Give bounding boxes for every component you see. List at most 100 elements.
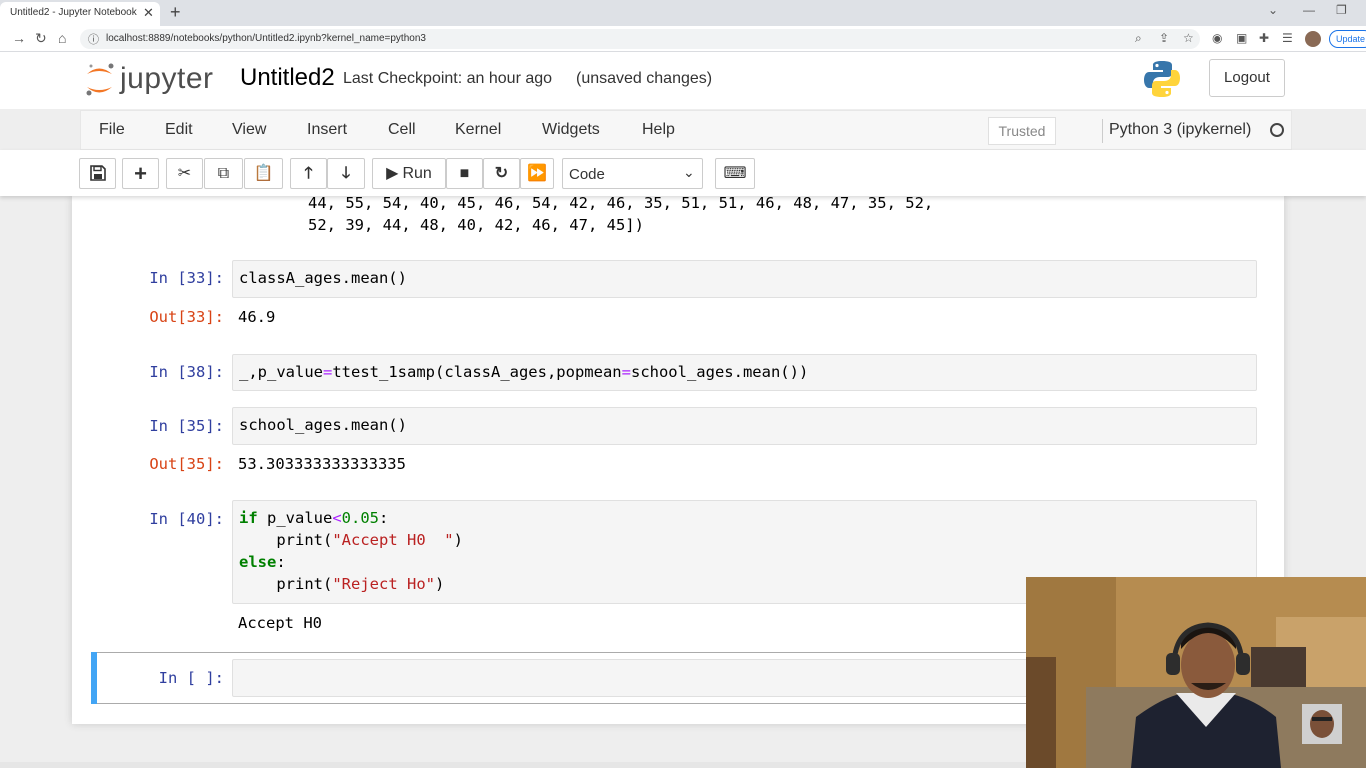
checkpoint-status: Last Checkpoint: an hour ago — [343, 70, 553, 87]
python-logo-icon — [1144, 61, 1180, 97]
cell-output: Accept H0 — [238, 614, 322, 632]
save-button[interactable] — [79, 158, 116, 189]
info-icon[interactable]: ⓘ — [88, 31, 99, 47]
restart-icon: ↻ — [494, 165, 509, 182]
cell-output-prompt: Out[35]: — [149, 455, 224, 473]
menu-widgets[interactable]: Widgets — [542, 121, 600, 139]
restore-icon[interactable]: ❐ — [1336, 3, 1347, 17]
menu-kernel[interactable]: Kernel — [455, 121, 501, 139]
code-line: print("Reject Ho") — [239, 575, 444, 593]
save-icon — [89, 165, 106, 181]
home-icon[interactable]: ⌂ — [58, 30, 66, 46]
jupyter-logo-icon — [86, 63, 114, 96]
previous-output-line: 52, 39, 44, 48, 40, 42, 46, 47, 45]) — [308, 216, 644, 234]
update-button[interactable]: Update — [1329, 30, 1366, 48]
cell-output: 53.303333333333335 — [238, 455, 406, 473]
notebook-toolbar: + ✂ ⧉ 📋 🡑 🡓 ▶ Run ■ ↻ ⏩ Code ⌄ ⌨ — [0, 150, 1366, 196]
menu-help[interactable]: Help — [642, 121, 675, 139]
url-bar[interactable]: ⓘ localhost:8889/notebooks/python/Untitl… — [80, 29, 1200, 49]
code-token: ttest_1samp(classA_ages,popmean — [332, 363, 622, 381]
minimize-icon[interactable]: — — [1303, 3, 1315, 17]
cell-input-prompt: In [ ]: — [158, 669, 224, 687]
code-line: print("Accept H0 ") — [239, 531, 463, 549]
menu-edit[interactable]: Edit — [165, 121, 193, 139]
address-bar: → ↻ ⌂ ⓘ localhost:8889/notebooks/python/… — [0, 26, 1366, 52]
menu-view[interactable]: View — [232, 121, 266, 139]
code-keyword: else — [239, 553, 277, 571]
jupyter-logo-text: jupyter — [120, 62, 214, 95]
menu-bar: File Edit View Insert Cell Kernel Widget… — [80, 110, 1292, 150]
webcam-overlay — [1026, 577, 1366, 768]
puzzle-icon[interactable]: ✚ — [1259, 31, 1269, 45]
cell-output-prompt: Out[33]: — [149, 308, 224, 326]
kernel-name: Python 3 (ipykernel) — [1109, 121, 1252, 138]
logout-button[interactable]: Logout — [1209, 59, 1285, 97]
keyboard-icon: ⌨ — [723, 165, 747, 182]
copy-button[interactable]: ⧉ — [204, 158, 243, 189]
jupyter-header: jupyter Untitled2 Last Checkpoint: an ho… — [0, 52, 1366, 109]
jupyter-logo[interactable]: jupyter — [84, 60, 224, 100]
extension-icon[interactable]: ◉ — [1212, 31, 1222, 45]
move-down-button[interactable]: 🡓 — [327, 158, 365, 189]
browser-tab-bar: Untitled2 - Jupyter Notebook ✕ + ⌄ — ❐ — [0, 0, 1366, 26]
paste-button[interactable]: 📋 — [244, 158, 283, 189]
code-line: else: — [239, 553, 286, 571]
code-token: : — [379, 509, 389, 527]
code-token: ) — [434, 575, 445, 593]
cut-button[interactable]: ✂ — [166, 158, 203, 189]
copy-icon: ⧉ — [217, 165, 230, 182]
code-operator: = — [323, 363, 333, 381]
chevron-down-icon: ⌄ — [683, 164, 695, 180]
restart-button[interactable]: ↻ — [483, 158, 520, 189]
code-cell-input[interactable]: school_ages.mean() — [232, 407, 1257, 445]
code-line: if p_value<0.05: — [239, 509, 388, 527]
menu-file[interactable]: File — [99, 121, 125, 139]
code-number: 0.05 — [341, 509, 379, 527]
move-up-button[interactable]: 🡑 — [290, 158, 327, 189]
notebook-name[interactable]: Untitled2 — [240, 64, 335, 92]
forward-icon[interactable]: → — [12, 30, 26, 46]
tab-close-icon[interactable]: ✕ — [143, 5, 154, 21]
zoom-icon[interactable]: ⌕ — [1135, 31, 1142, 46]
reload-icon[interactable]: ↻ — [35, 30, 47, 47]
code-line: school_ages.mean() — [239, 416, 407, 434]
code-token: p_value — [257, 509, 333, 527]
new-tab-icon[interactable]: + — [170, 2, 181, 23]
code-line: _,p_value=ttest_1samp(classA_ages,popmea… — [239, 363, 808, 381]
kernel-status-icon — [1270, 123, 1284, 137]
tab-title: Untitled2 - Jupyter Notebook — [10, 7, 137, 18]
share-icon[interactable]: ⇪ — [1159, 31, 1169, 45]
browser-tab[interactable]: Untitled2 - Jupyter Notebook ✕ — [0, 2, 160, 26]
play-icon: ▶ — [386, 165, 399, 182]
cell-type-select[interactable]: Code ⌄ — [562, 158, 703, 189]
cell-input-prompt: In [33]: — [149, 269, 224, 287]
reading-list-icon[interactable]: ☰ — [1282, 31, 1293, 45]
extension2-icon[interactable]: ▣ — [1236, 31, 1247, 45]
tab-search-icon[interactable]: ⌄ — [1268, 3, 1278, 17]
scissors-icon: ✂ — [177, 165, 192, 182]
profile-avatar[interactable] — [1305, 31, 1321, 47]
code-keyword: if — [239, 509, 258, 527]
kernel-divider — [1102, 119, 1103, 143]
presenter-video — [1026, 577, 1366, 768]
code-operator: = — [621, 363, 631, 381]
code-cell-input[interactable]: classA_ages.mean() — [232, 260, 1257, 298]
code-string: "Accept H0 " — [332, 531, 454, 549]
menu-cell[interactable]: Cell — [388, 121, 416, 139]
url-text: localhost:8889/notebooks/python/Untitled… — [106, 33, 426, 44]
code-cell-input[interactable]: _,p_value=ttest_1samp(classA_ages,popmea… — [232, 354, 1257, 391]
previous-output-line: 44, 55, 54, 40, 45, 46, 54, 42, 46, 35, … — [308, 196, 934, 212]
restart-run-all-button[interactable]: ⏩ — [520, 158, 554, 189]
trusted-indicator[interactable]: Trusted — [988, 117, 1056, 145]
command-palette-button[interactable]: ⌨ — [715, 158, 755, 189]
cell-output: 46.9 — [238, 308, 276, 326]
code-token: print( — [239, 531, 333, 549]
menu-insert[interactable]: Insert — [307, 121, 347, 139]
code-token: school_ages.mean()) — [630, 363, 809, 381]
unsaved-changes-status: (unsaved changes) — [576, 70, 713, 87]
code-token: : — [276, 553, 286, 571]
run-button[interactable]: ▶ Run — [372, 158, 446, 189]
insert-cell-button[interactable]: + — [122, 158, 159, 189]
bookmark-star-icon[interactable]: ☆ — [1183, 31, 1194, 45]
interrupt-button[interactable]: ■ — [446, 158, 483, 189]
